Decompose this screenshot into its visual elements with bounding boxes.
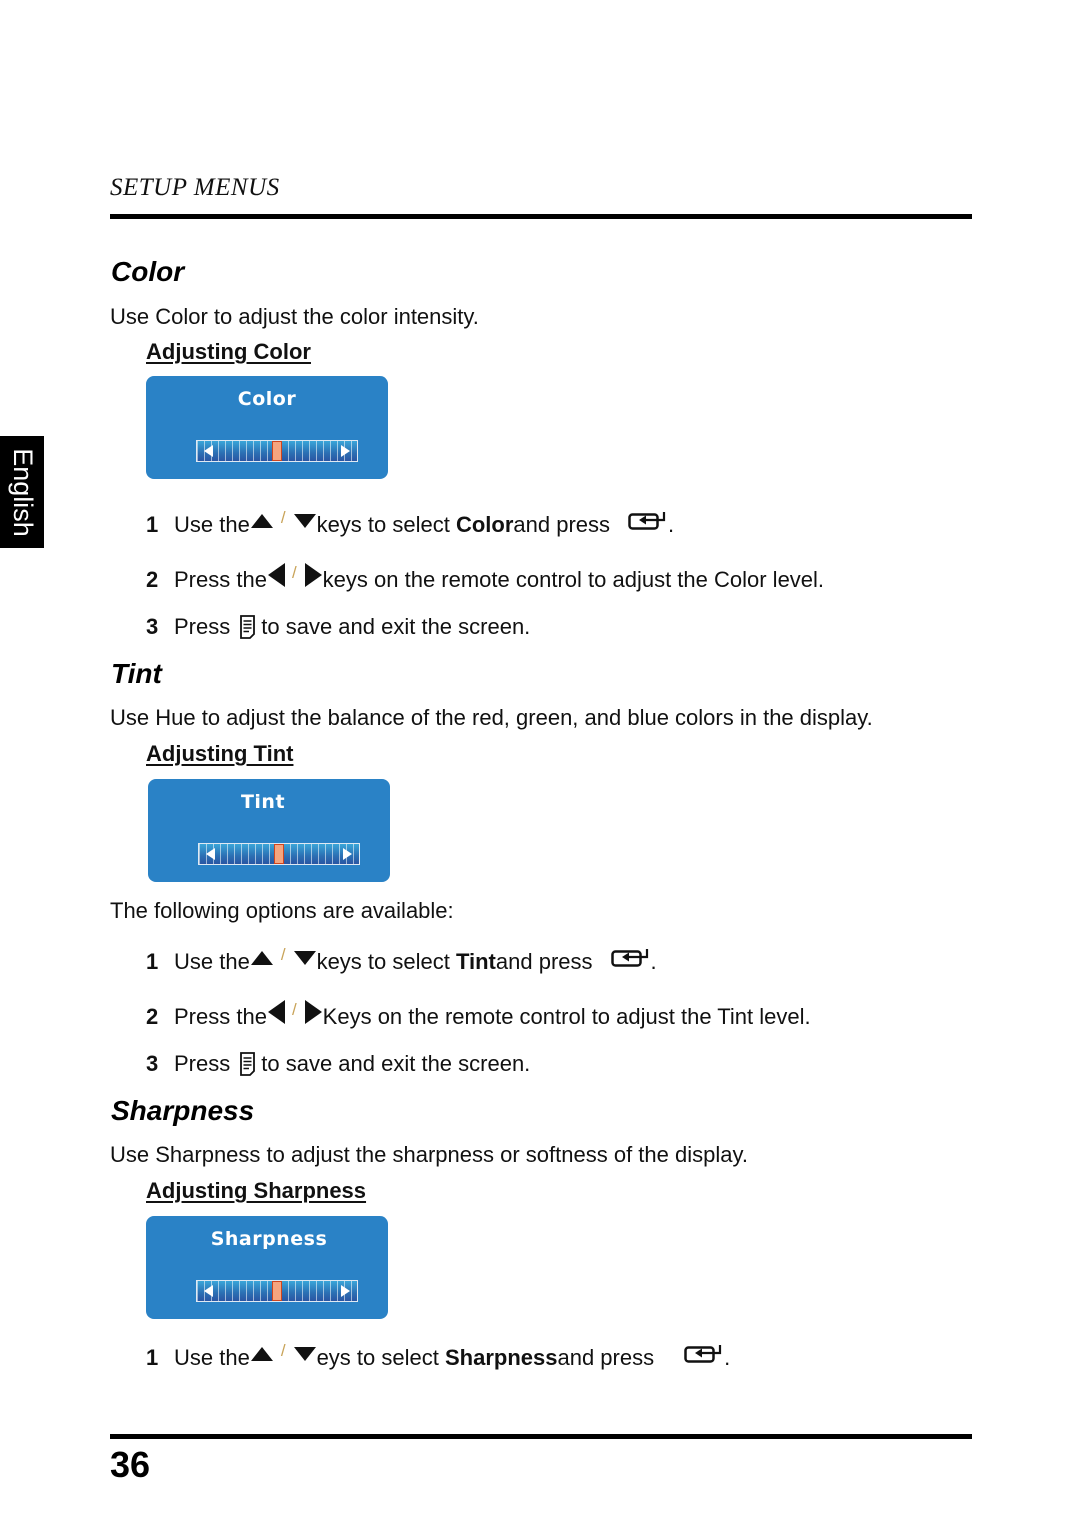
step-text: keys to select	[316, 949, 450, 974]
separator: /	[280, 508, 286, 527]
up-arrow-icon	[250, 1347, 273, 1361]
osd-slider[interactable]	[196, 1280, 358, 1302]
down-arrow-icon	[293, 514, 316, 528]
separator: /	[280, 945, 286, 964]
enter-icon	[684, 1345, 722, 1363]
left-arrow-icon	[267, 1000, 285, 1024]
osd-title: Color	[237, 388, 297, 410]
menu-icon	[240, 615, 256, 639]
step-text: .	[668, 512, 675, 537]
step-keyword: Sharpness	[444, 1345, 558, 1370]
step-item: 3 Press to save and exit the screen.	[146, 614, 530, 640]
osd-panel-color: Color	[146, 376, 388, 479]
step-text: and press	[557, 1345, 655, 1370]
down-arrow-icon	[293, 951, 316, 965]
osd-slider[interactable]	[198, 843, 360, 865]
osd-slider[interactable]	[196, 440, 358, 462]
enter-icon	[610, 949, 648, 967]
osd-panel-tint: Tint	[148, 779, 390, 882]
slider-left-arrow-icon[interactable]	[204, 1285, 213, 1297]
step-keyword: Color	[455, 512, 514, 537]
slider-thumb[interactable]	[272, 441, 282, 461]
separator: /	[291, 563, 297, 582]
left-arrow-icon	[267, 563, 285, 587]
enter-icon	[628, 512, 666, 530]
options-intro: The following options are available:	[110, 898, 454, 923]
step-item: 1 Use the / keys to select Color and pre…	[146, 508, 674, 542]
step-text: to save and exit the screen.	[261, 614, 531, 639]
section-description-color: Use Color to adjust the color intensity.	[110, 304, 479, 329]
page-number: 36	[110, 1444, 151, 1485]
right-arrow-icon	[304, 563, 322, 587]
section-title-tint: Tint	[111, 658, 162, 689]
step-text: and press	[495, 949, 593, 974]
osd-title: Tint	[240, 791, 286, 813]
step-number: 1	[146, 949, 159, 974]
step-text: .	[650, 949, 657, 974]
step-text: Keys on the remote control to adjust the…	[322, 1004, 811, 1029]
step-text: Use the	[174, 1345, 250, 1370]
language-tab-label: English	[7, 447, 38, 537]
menu-icon	[240, 1052, 256, 1076]
slider-right-arrow-icon[interactable]	[343, 848, 352, 860]
osd-title: Sharpness	[210, 1228, 328, 1250]
step-item: 1 Use the / eys to select Sharpness and …	[146, 1341, 730, 1375]
step-number: 3	[146, 1051, 159, 1076]
step-text: Press the	[174, 1004, 267, 1029]
step-text: keys on the remote control to adjust the…	[322, 567, 825, 592]
slider-thumb[interactable]	[274, 844, 284, 864]
step-item: 2 Press the / keys on the remote control…	[146, 563, 824, 597]
step-item: 3 Press to save and exit the screen.	[146, 1051, 530, 1077]
step-number: 3	[146, 614, 159, 639]
osd-panel-sharpness: Sharpness	[146, 1216, 388, 1319]
right-arrow-icon	[304, 1000, 322, 1024]
slider-left-arrow-icon[interactable]	[206, 848, 215, 860]
step-item: 2 Press the / Keys on the remote control…	[146, 1000, 811, 1034]
up-arrow-icon	[250, 514, 273, 528]
subtitle-adjusting-sharpness: Adjusting Sharpness	[146, 1178, 367, 1203]
step-text: Press	[174, 614, 231, 639]
slider-thumb[interactable]	[272, 1281, 282, 1301]
separator: /	[280, 1341, 286, 1360]
language-tab: English	[0, 436, 44, 548]
step-text: Use the	[174, 512, 250, 537]
step-text: .	[724, 1345, 731, 1370]
section-description-sharpness: Use Sharpness to adjust the sharpness or…	[110, 1142, 748, 1167]
section-title-color: Color	[111, 256, 185, 287]
section-title-sharpness: Sharpness	[111, 1095, 255, 1126]
subtitle-adjusting-color: Adjusting Color	[146, 339, 311, 364]
separator: /	[291, 1000, 297, 1019]
step-text: Use the	[174, 949, 250, 974]
slider-right-arrow-icon[interactable]	[341, 445, 350, 457]
subtitle-adjusting-tint: Adjusting Tint	[146, 741, 294, 766]
step-text: Press the	[174, 567, 267, 592]
step-keyword: Tint	[455, 949, 496, 974]
section-description-tint: Use Hue to adjust the balance of the red…	[110, 705, 873, 730]
slider-left-arrow-icon[interactable]	[204, 445, 213, 457]
header-divider	[110, 214, 972, 219]
step-number: 1	[146, 512, 159, 537]
step-text: and press	[513, 512, 611, 537]
slider-right-arrow-icon[interactable]	[341, 1285, 350, 1297]
footer-divider	[110, 1434, 972, 1439]
step-text: Press	[174, 1051, 231, 1076]
step-item: 1 Use the / keys to select Tint and pres…	[146, 945, 657, 979]
step-number: 2	[146, 1004, 159, 1029]
step-text: to save and exit the screen.	[261, 1051, 531, 1076]
up-arrow-icon	[250, 951, 273, 965]
step-text: keys to select	[316, 512, 450, 537]
header-title: SETUP MENUS	[110, 174, 280, 201]
step-text: eys to select	[316, 1345, 439, 1370]
down-arrow-icon	[293, 1347, 316, 1361]
step-number: 2	[146, 567, 159, 592]
step-number: 1	[146, 1345, 159, 1370]
